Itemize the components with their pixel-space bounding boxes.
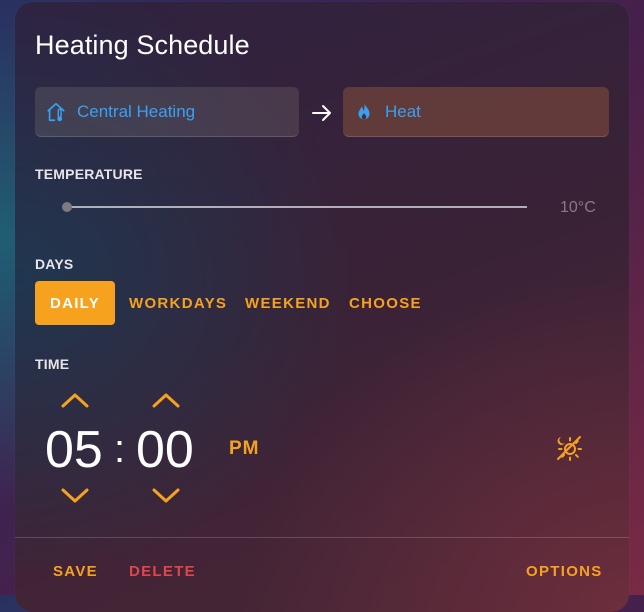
temperature-slider-track[interactable] bbox=[67, 206, 527, 208]
hours-value[interactable]: 05 bbox=[45, 422, 103, 478]
hours-up-chevron-icon[interactable] bbox=[60, 390, 90, 410]
minutes-value[interactable]: 00 bbox=[136, 422, 194, 478]
hours-down-chevron-icon[interactable] bbox=[60, 486, 90, 506]
time-separator: : bbox=[114, 427, 126, 471]
minutes-down-chevron-icon[interactable] bbox=[151, 486, 181, 506]
entity-picker-label: Central Heating bbox=[77, 101, 196, 121]
days-label: DAYS bbox=[35, 256, 74, 272]
heating-schedule-card: Heating Schedule Central Heating Heat TE… bbox=[15, 2, 629, 612]
am-pm-toggle[interactable]: PM bbox=[229, 438, 260, 460]
thermostat-home-icon bbox=[45, 101, 67, 123]
delete-button[interactable]: DELETE bbox=[129, 563, 196, 580]
fire-icon bbox=[353, 101, 375, 123]
day-option-choose[interactable]: CHOOSE bbox=[349, 281, 422, 325]
day-option-workdays[interactable]: WORKDAYS bbox=[129, 281, 227, 325]
day-option-weekend[interactable]: WEEKEND bbox=[245, 281, 331, 325]
time-label: TIME bbox=[35, 356, 70, 372]
options-button[interactable]: OPTIONS bbox=[526, 563, 603, 580]
temperature-value: 10°C bbox=[560, 199, 596, 216]
day-option-daily[interactable]: DAILY bbox=[35, 281, 115, 325]
footer-divider bbox=[15, 537, 629, 538]
temperature-label: TEMPERATURE bbox=[35, 166, 143, 182]
temperature-slider-knob[interactable] bbox=[62, 202, 72, 212]
action-picker[interactable]: Heat bbox=[343, 87, 609, 137]
action-picker-label: Heat bbox=[385, 101, 421, 121]
save-button[interactable]: SAVE bbox=[53, 563, 98, 580]
sun-moon-icon[interactable] bbox=[555, 434, 583, 462]
minutes-up-chevron-icon[interactable] bbox=[151, 390, 181, 410]
arrow-right-icon bbox=[312, 105, 331, 121]
card-title: Heating Schedule bbox=[35, 30, 250, 60]
entity-picker[interactable]: Central Heating bbox=[35, 87, 299, 137]
